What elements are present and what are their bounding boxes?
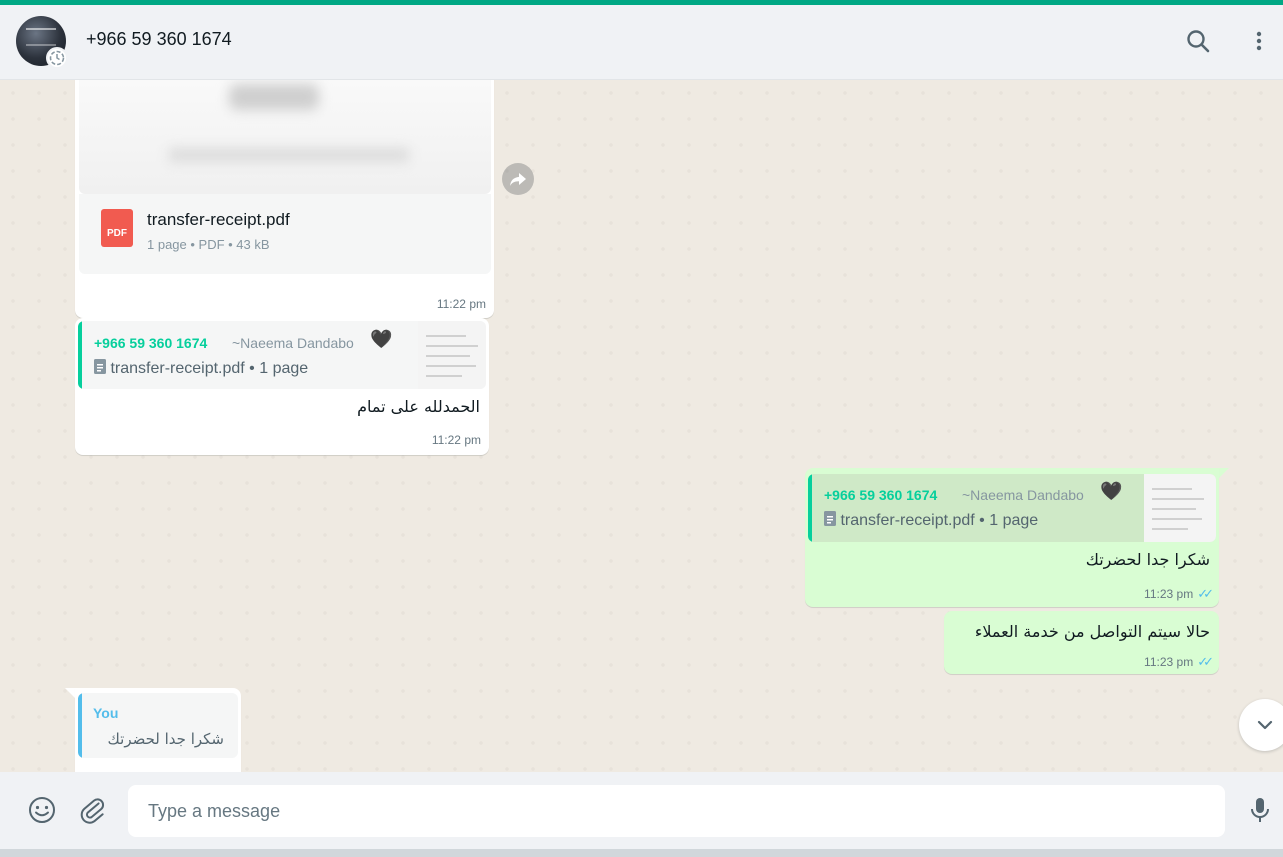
- message-text: الحمدلله على تمام: [357, 397, 480, 416]
- menu-icon[interactable]: [1245, 27, 1273, 55]
- chat-area: PDF transfer-receipt.pdf 1 page • PDF • …: [0, 80, 1283, 772]
- quote-author-phone: +966 59 360 1674: [824, 487, 938, 503]
- reply-message-incoming[interactable]: You شكرا جدا لحضرتك: [75, 688, 241, 772]
- quote-author: You: [93, 705, 119, 721]
- document-icon: [94, 359, 106, 377]
- quoted-message[interactable]: +966 59 360 1674 ~Naeema Dandabo 🖤 trans…: [808, 474, 1216, 542]
- reply-message-outgoing[interactable]: +966 59 360 1674 ~Naeema Dandabo 🖤 trans…: [805, 468, 1219, 607]
- document-icon: [824, 511, 836, 529]
- quote-thumbnail: [418, 321, 486, 389]
- quote-text: شكرا جدا لحضرتك: [107, 730, 225, 748]
- text-message-outgoing[interactable]: حالا سيتم التواصل من خدمة العملاء 11:23 …: [944, 611, 1219, 674]
- message-time: 11:23 pm: [1144, 587, 1194, 601]
- scroll-down-button[interactable]: [1239, 699, 1283, 751]
- message-text: حالا سيتم التواصل من خدمة العملاء: [974, 622, 1210, 641]
- mic-icon[interactable]: [1244, 794, 1276, 826]
- attach-icon[interactable]: [77, 794, 109, 826]
- search-icon[interactable]: [1184, 27, 1212, 55]
- document-name: transfer-receipt.pdf: [147, 210, 290, 229]
- quote-author-name: ~Naeema Dandabo: [962, 487, 1084, 503]
- double-check-icon: ✓✓: [1197, 654, 1214, 669]
- bottom-strip: [0, 849, 1283, 857]
- document-meta: 1 page • PDF • 43 kB: [147, 237, 270, 252]
- message-time: 11:22 pm: [431, 433, 481, 447]
- reply-message-incoming[interactable]: +966 59 360 1674 ~Naeema Dandabo 🖤 trans…: [75, 318, 489, 455]
- message-input[interactable]: [128, 785, 1225, 837]
- message-text: شكرا جدا لحضرتك: [1085, 550, 1210, 569]
- quote-thumbnail: [1144, 474, 1216, 542]
- heart-emoji: 🖤: [370, 329, 393, 349]
- contact-name[interactable]: +966 59 360 1674: [86, 29, 232, 50]
- composer: [0, 772, 1283, 849]
- message-time: 11:22 pm: [436, 297, 486, 311]
- document-message[interactable]: PDF transfer-receipt.pdf 1 page • PDF • …: [75, 80, 494, 318]
- emoji-icon[interactable]: [26, 794, 58, 826]
- document-preview[interactable]: [79, 80, 491, 194]
- double-check-icon: ✓✓: [1197, 586, 1214, 601]
- document-card[interactable]: PDF transfer-receipt.pdf 1 page • PDF • …: [79, 194, 491, 274]
- quoted-message[interactable]: You شكرا جدا لحضرتك: [78, 693, 238, 758]
- heart-emoji: 🖤: [1100, 481, 1123, 501]
- quote-author-phone: +966 59 360 1674: [94, 335, 208, 351]
- forward-icon[interactable]: [502, 163, 534, 195]
- message-time: 11:23 pm: [1144, 655, 1194, 669]
- quote-author-name: ~Naeema Dandabo: [232, 335, 354, 351]
- pdf-icon: PDF: [101, 209, 133, 247]
- quoted-message[interactable]: +966 59 360 1674 ~Naeema Dandabo 🖤 trans…: [78, 321, 486, 389]
- chevron-down-icon: [1257, 720, 1273, 730]
- quote-file-name: transfer-receipt.pdf • 1 page: [840, 512, 1039, 529]
- quote-file-name: transfer-receipt.pdf • 1 page: [110, 360, 309, 377]
- chat-header: +966 59 360 1674: [0, 5, 1283, 80]
- avatar-image: [26, 28, 56, 46]
- status-icon: [46, 47, 68, 69]
